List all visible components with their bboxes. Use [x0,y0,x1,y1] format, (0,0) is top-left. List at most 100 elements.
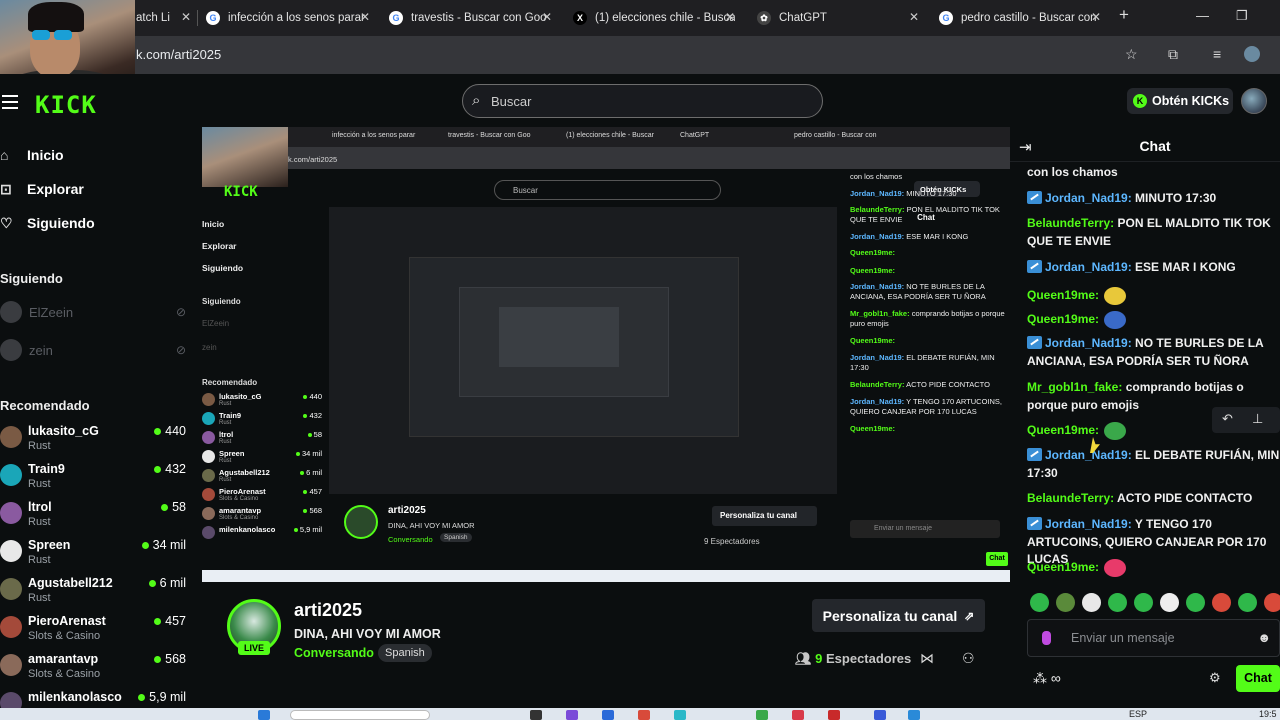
taskbar-search-icon[interactable] [290,710,430,720]
tab-4[interactable]: ✿ ChatGPT ✕ [757,6,919,30]
nav-home[interactable]: ⌂ Inicio [0,143,64,167]
chat-input[interactable]: Enviar un mensaje ☻ [1027,619,1280,657]
chat-message[interactable]: Jordan_Nad19: EL DEBATE RUFIÁN, MIN 17:3… [1027,447,1280,482]
taskbar-app-icon[interactable] [530,710,542,720]
chrome-taskbar-icon[interactable] [756,710,768,720]
chat-message[interactable]: Queen19me: [1027,311,1280,329]
close-icon[interactable]: ✕ [725,10,735,24]
send-chat-button[interactable]: Chat [1236,665,1280,692]
avatar [0,578,22,600]
chat-username[interactable]: Jordan_Nad19: [1045,260,1132,274]
chat-message[interactable]: Jordan_Nad19: ESE MAR I KONG [1027,259,1280,277]
taskbar-app-icon[interactable] [674,710,686,720]
profile-icon[interactable] [1244,46,1260,62]
chat-username[interactable]: Jordan_Nad19: [1045,336,1132,350]
share-icon[interactable]: ⋈ [920,650,934,667]
emote-icon[interactable] [1186,593,1205,612]
menu-icon[interactable] [2,95,18,109]
chat-points-icon[interactable]: ⁂ ∞ [1033,670,1061,687]
nav-explore[interactable]: ⊡ Explorar [0,177,84,201]
minimize-icon[interactable]: — [1196,8,1209,23]
chat-message[interactable]: con los chamos [1027,164,1280,182]
chat-username[interactable]: Jordan_Nad19: [1045,191,1132,205]
chat-message[interactable]: Queen19me: [1027,559,1280,577]
chat-username[interactable]: BelaundeTerry: [1027,216,1114,230]
following-item[interactable]: ElZeein ⊘ [0,300,190,324]
pin-icon[interactable]: ⊥ [1252,411,1263,427]
language-indicator[interactable]: ESP [1129,709,1147,719]
tab-5[interactable]: Gpedro castillo - Buscar con ✕ [939,6,1101,30]
chat-message[interactable]: BelaundeTerry: ACTO PIDE CONTACTO [1027,490,1280,508]
recommended-item[interactable]: Spreen Rust 34 mil [0,536,190,568]
chat-username[interactable]: Queen19me: [1027,560,1099,574]
close-icon[interactable]: ✕ [1091,10,1101,24]
new-tab-icon[interactable]: + [1119,5,1129,25]
chat-message[interactable]: BelaundeTerry: PON EL MALDITO TIK TOK QU… [1027,215,1280,250]
nav-following[interactable]: ♡ Siguiendo [0,211,95,235]
close-icon[interactable]: ✕ [542,10,552,24]
emoji-icon[interactable]: ☻ [1257,630,1271,645]
chat-username[interactable]: BelaundeTerry: [1027,491,1114,505]
url-field[interactable]: k.com/arti2025 [136,47,221,62]
gear-icon[interactable]: ⚙ [1209,670,1221,686]
streamer-name[interactable]: arti2025 [294,600,362,621]
chat-message[interactable]: Jordan_Nad19: NO TE BURLES DE LA ANCIANA… [1027,335,1280,370]
recommended-item[interactable]: Train9 Rust 432 [0,460,190,492]
emote-icon[interactable] [1212,593,1231,612]
bookmark-star-icon[interactable]: ☆ [1125,46,1138,63]
taskbar-app-icon[interactable] [638,710,650,720]
chat-username[interactable]: Jordan_Nad19: [1045,448,1132,462]
taskbar-app-icon[interactable] [828,710,840,720]
tab-2[interactable]: Gtravestis - Buscar con Goo ✕ [389,6,552,30]
emote-icon[interactable] [1056,593,1075,612]
tab-1[interactable]: Ginfección a los senos parar ✕ [206,6,370,30]
emote-icon[interactable] [1030,593,1049,612]
video-player[interactable]: infección a los senos parar travestis - … [202,127,1010,582]
kick-logo[interactable]: KICK [35,91,97,119]
microphone-icon[interactable] [1042,631,1051,645]
user-avatar[interactable] [1241,88,1267,114]
taskbar-app-icon[interactable] [874,710,886,720]
get-kicks-button[interactable]: K Obtén KICKs [1127,88,1233,114]
emote-icon[interactable] [1264,593,1280,612]
tab-0[interactable]: atch Li ✕ [136,6,191,30]
taskbar-app-icon[interactable] [602,710,614,720]
emote-icon[interactable] [1238,593,1257,612]
follow-user-icon[interactable]: ⚇ [962,650,975,667]
chat-username[interactable]: Mr_gobl1n_fake: [1027,380,1122,394]
tab-3[interactable]: X (1) elecciones chile - Buscar ✕ [573,6,735,30]
windows-start-icon[interactable] [258,710,270,720]
chat-username[interactable]: Jordan_Nad19: [1045,517,1132,531]
stream-category[interactable]: Conversando [294,646,374,660]
recommended-item[interactable]: Agustabell212 Rust 6 mil [0,574,190,606]
close-icon[interactable]: ✕ [360,10,370,24]
following-item[interactable]: zein ⊘ [0,338,190,362]
emote-icon[interactable] [1134,593,1153,612]
recommended-item[interactable]: ltrol Rust 58 [0,498,190,530]
chat-username[interactable]: Queen19me: [1027,288,1099,302]
close-icon[interactable]: ✕ [909,10,919,24]
media-control-icon[interactable]: ≡ [1213,46,1221,62]
maximize-icon[interactable]: ❐ [1236,8,1248,24]
emote-icon[interactable] [1160,593,1179,612]
chat-username[interactable]: Queen19me: [1027,312,1099,326]
recommended-item[interactable]: PieroArenast Slots & Casino 457 [0,612,190,644]
search-input[interactable]: ⌕ Buscar [462,84,823,118]
taskbar-app-icon[interactable] [792,710,804,720]
collapse-chat-icon[interactable]: ⇥ [1019,138,1032,156]
emote-icon[interactable] [1082,593,1101,612]
extensions-icon[interactable]: ⧉ [1168,46,1178,63]
chat-message[interactable]: Queen19me: [1027,287,1280,305]
stream-tag[interactable]: Spanish [378,644,432,662]
clock[interactable]: 19:5 [1259,709,1277,719]
reply-icon[interactable]: ↶ [1222,411,1233,427]
chat-username[interactable]: Queen19me: [1027,423,1099,437]
emote-icon[interactable] [1108,593,1127,612]
recommended-item[interactable]: amarantavp Slots & Casino 568 [0,650,190,682]
chat-message[interactable]: Jordan_Nad19: MINUTO 17:30 [1027,190,1280,208]
close-icon[interactable]: ✕ [181,10,191,24]
taskbar-app-icon[interactable] [908,710,920,720]
taskbar-app-icon[interactable] [566,710,578,720]
personalize-channel-button[interactable]: Personaliza tu canal ⇗ [812,599,985,632]
recommended-item[interactable]: lukasito_cG Rust 440 [0,422,190,454]
